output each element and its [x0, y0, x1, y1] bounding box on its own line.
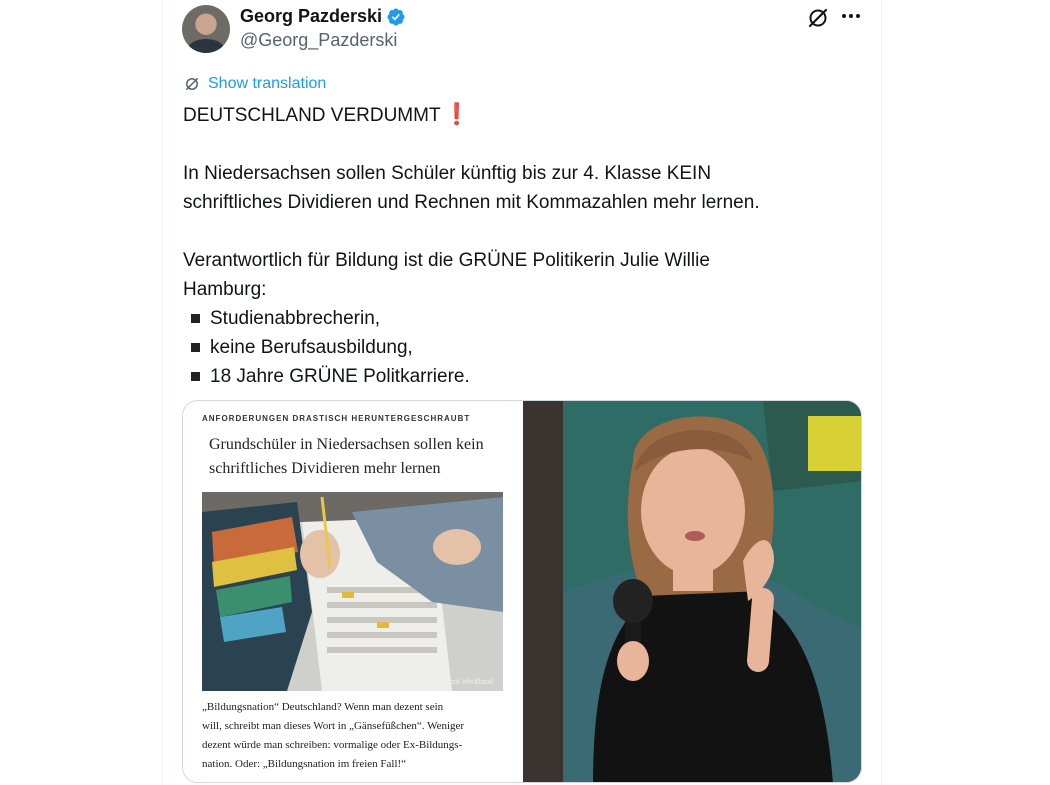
schoolwork-photo-image — [202, 492, 503, 691]
article-headline-line: schriftliches Dividieren mehr lernen — [209, 460, 441, 477]
bullet-text: Studienabbrecherin, — [210, 308, 381, 329]
article-caption: „Bildungsnation“ Deutschland? Wenn man d… — [202, 698, 517, 774]
tweet-line: Hamburg: — [183, 279, 267, 300]
avatar[interactable] — [182, 5, 230, 53]
tweet-line: In Niedersachsen sollen Schüler künftig … — [183, 163, 712, 184]
tweet-headline: DEUTSCHLAND VERDUMMT ❗ — [183, 100, 863, 130]
bullet-text: keine Berufsausbildung, — [210, 337, 413, 358]
article-headline-line: Grundschüler in Niedersachsen sollen kei… — [209, 436, 484, 453]
caption-line: nation. Oder: „Bildungsnation im freien … — [202, 758, 407, 770]
more-dots-icon — [842, 14, 860, 18]
article-photo: picture alliance/dpa | Bernd Weißbrod — [202, 492, 503, 691]
author-name[interactable]: Georg Pazderski — [240, 6, 382, 27]
bullet-item: 18 Jahre GRÜNE Politkarriere. — [183, 362, 863, 391]
tweet-line: schriftliches Dividieren und Rechnen mit… — [183, 192, 760, 213]
speaker-photo-image — [523, 401, 861, 782]
bullet-square-icon — [191, 314, 200, 323]
tweet-media[interactable]: ANFORDERUNGEN DRASTISCH HERUNTERGESCHRAU… — [182, 400, 862, 783]
bullet-item: keine Berufsausbildung, — [183, 333, 863, 362]
bullet-text: 18 Jahre GRÜNE Politkarriere. — [210, 366, 470, 387]
grok-icon[interactable] — [806, 6, 830, 30]
show-translation-link[interactable]: Show translation — [183, 73, 326, 95]
headline-text: DEUTSCHLAND VERDUMMT — [183, 105, 441, 126]
show-translation-label: Show translation — [208, 75, 327, 92]
tweet-line: Verantwortlich für Bildung ist die GRÜNE… — [183, 250, 710, 271]
photo-credit: picture alliance/dpa | Bernd Weißbrod — [371, 677, 493, 686]
translate-icon — [186, 78, 198, 90]
bullet-square-icon — [191, 343, 200, 352]
caption-line: dezent würde man schreiben: vormalige od… — [202, 739, 463, 751]
avatar-shirt — [188, 39, 224, 53]
more-icon[interactable] — [840, 6, 862, 26]
bullet-square-icon — [191, 372, 200, 381]
speaker-photo[interactable] — [523, 401, 861, 782]
article-kicker: ANFORDERUNGEN DRASTISCH HERUNTERGESCHRAU… — [202, 414, 471, 423]
tweet-text: DEUTSCHLAND VERDUMMT ❗ In Niedersachsen s… — [183, 100, 863, 391]
caption-line: will, schreibt man dieses Wort in „Gänse… — [202, 720, 465, 732]
article-screenshot[interactable]: ANFORDERUNGEN DRASTISCH HERUNTERGESCHRAU… — [183, 401, 523, 782]
article-headline: Grundschüler in Niedersachsen sollen kei… — [209, 433, 514, 481]
caption-line: „Bildungsnation“ Deutschland? Wenn man d… — [202, 701, 444, 713]
exclamation-emoji: ❗ — [443, 103, 470, 126]
verified-badge-icon — [387, 8, 405, 26]
author-handle[interactable]: @Georg_Pazderski — [240, 30, 397, 51]
bullet-item: Studienabbrecherin, — [183, 304, 863, 333]
